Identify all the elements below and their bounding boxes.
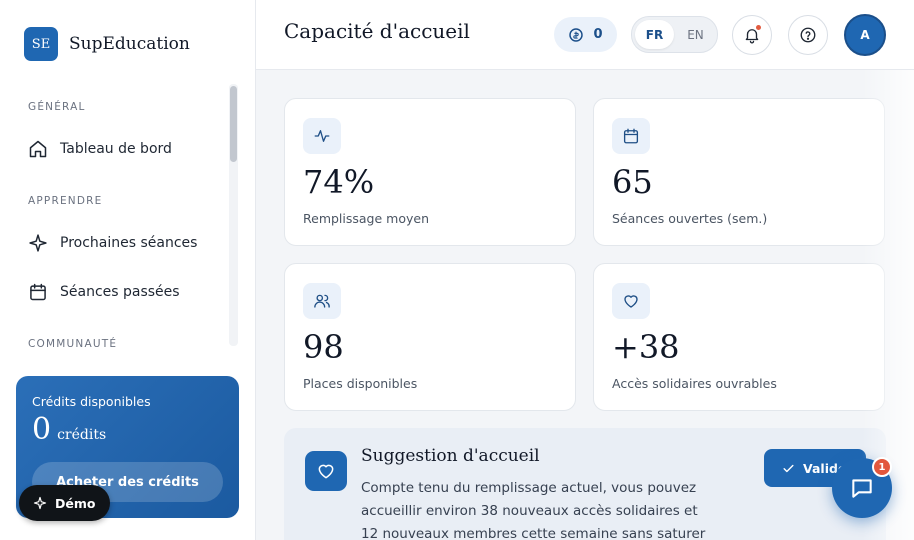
suggestion-icon-box bbox=[305, 451, 347, 491]
card-icon-box bbox=[303, 283, 341, 319]
language-switch: FR EN bbox=[631, 16, 718, 53]
users-icon bbox=[314, 294, 330, 308]
stat-card-filling: 74% Remplissage moyen bbox=[284, 98, 576, 246]
notification-dot bbox=[756, 25, 761, 30]
sidebar-item-label: Tableau de bord bbox=[60, 141, 172, 157]
calendar-icon bbox=[30, 283, 46, 301]
sidebar: SE SupEducation GÉNÉRAL Tableau de bord … bbox=[0, 0, 256, 540]
section-learn: APPRENDRE bbox=[28, 195, 103, 207]
stat-value: 65 bbox=[612, 163, 653, 201]
stat-value: 74% bbox=[303, 163, 375, 201]
sparkle-icon bbox=[29, 234, 47, 252]
chat-icon bbox=[852, 479, 872, 498]
notifications-button[interactable] bbox=[732, 15, 772, 55]
check-icon bbox=[783, 464, 794, 472]
sidebar-item-label: Prochaines séances bbox=[60, 235, 198, 251]
card-icon-box bbox=[612, 118, 650, 154]
coin-icon bbox=[569, 27, 584, 42]
help-button[interactable] bbox=[788, 15, 828, 55]
top-header: Capacité d'accueil 0 FR EN A bbox=[256, 0, 914, 70]
credits-title: Crédits disponibles bbox=[32, 394, 151, 409]
credits-number: 0 bbox=[32, 412, 52, 447]
stat-card-sessions: 65 Séances ouvertes (sem.) bbox=[593, 98, 885, 246]
heart-icon bbox=[624, 295, 638, 308]
credits-unit: crédits bbox=[57, 427, 107, 443]
stat-value: 98 bbox=[303, 328, 344, 366]
coin-count: 0 bbox=[593, 27, 603, 42]
section-general: GÉNÉRAL bbox=[28, 101, 86, 113]
sidebar-item-upcoming[interactable]: Prochaines séances bbox=[28, 233, 197, 253]
section-community: COMMUNAUTÉ bbox=[28, 338, 118, 350]
chat-badge: 1 bbox=[872, 457, 892, 477]
card-icon-box bbox=[612, 283, 650, 319]
app: SE SupEducation GÉNÉRAL Tableau de bord … bbox=[0, 0, 914, 540]
stat-label: Accès solidaires ouvrables bbox=[612, 376, 777, 391]
card-icon-box bbox=[303, 118, 341, 154]
page-title: Capacité d'accueil bbox=[284, 19, 470, 43]
brand-name: SupEducation bbox=[69, 34, 190, 54]
user-avatar[interactable]: A bbox=[844, 14, 886, 56]
demo-button[interactable]: Démo bbox=[19, 485, 111, 521]
sidebar-scrollbar[interactable] bbox=[229, 84, 238, 346]
heart-icon bbox=[318, 464, 334, 479]
sidebar-item-label: Séances passées bbox=[60, 284, 180, 300]
activity-icon bbox=[314, 130, 330, 142]
sparkle-icon bbox=[33, 496, 47, 510]
stat-value: +38 bbox=[612, 328, 680, 366]
stat-card-places: 98 Places disponibles bbox=[284, 263, 576, 411]
lang-en-option[interactable]: EN bbox=[676, 20, 715, 49]
suggestion-text: Compte tenu du remplissage actuel, vous … bbox=[361, 480, 706, 540]
sidebar-item-past[interactable]: Séances passées bbox=[28, 282, 180, 302]
stat-label: Places disponibles bbox=[303, 376, 418, 391]
help-icon bbox=[800, 27, 816, 43]
demo-label: Démo bbox=[55, 495, 96, 511]
coin-balance[interactable]: 0 bbox=[554, 17, 617, 52]
brand[interactable]: SE SupEducation bbox=[24, 27, 190, 61]
stat-label: Remplissage moyen bbox=[303, 211, 429, 226]
sidebar-item-dashboard[interactable]: Tableau de bord bbox=[28, 139, 172, 159]
stat-label: Séances ouvertes (sem.) bbox=[612, 211, 768, 226]
stat-card-solidarity: +38 Accès solidaires ouvrables bbox=[593, 263, 885, 411]
suggestion-title: Suggestion d'accueil bbox=[361, 446, 540, 466]
brand-logo: SE bbox=[24, 27, 58, 61]
lang-fr-option[interactable]: FR bbox=[635, 20, 674, 49]
sidebar-scroll-thumb[interactable] bbox=[230, 86, 237, 162]
calendar-icon bbox=[623, 128, 639, 144]
credits-value: 0 crédits bbox=[32, 412, 106, 447]
home-icon bbox=[29, 140, 47, 158]
